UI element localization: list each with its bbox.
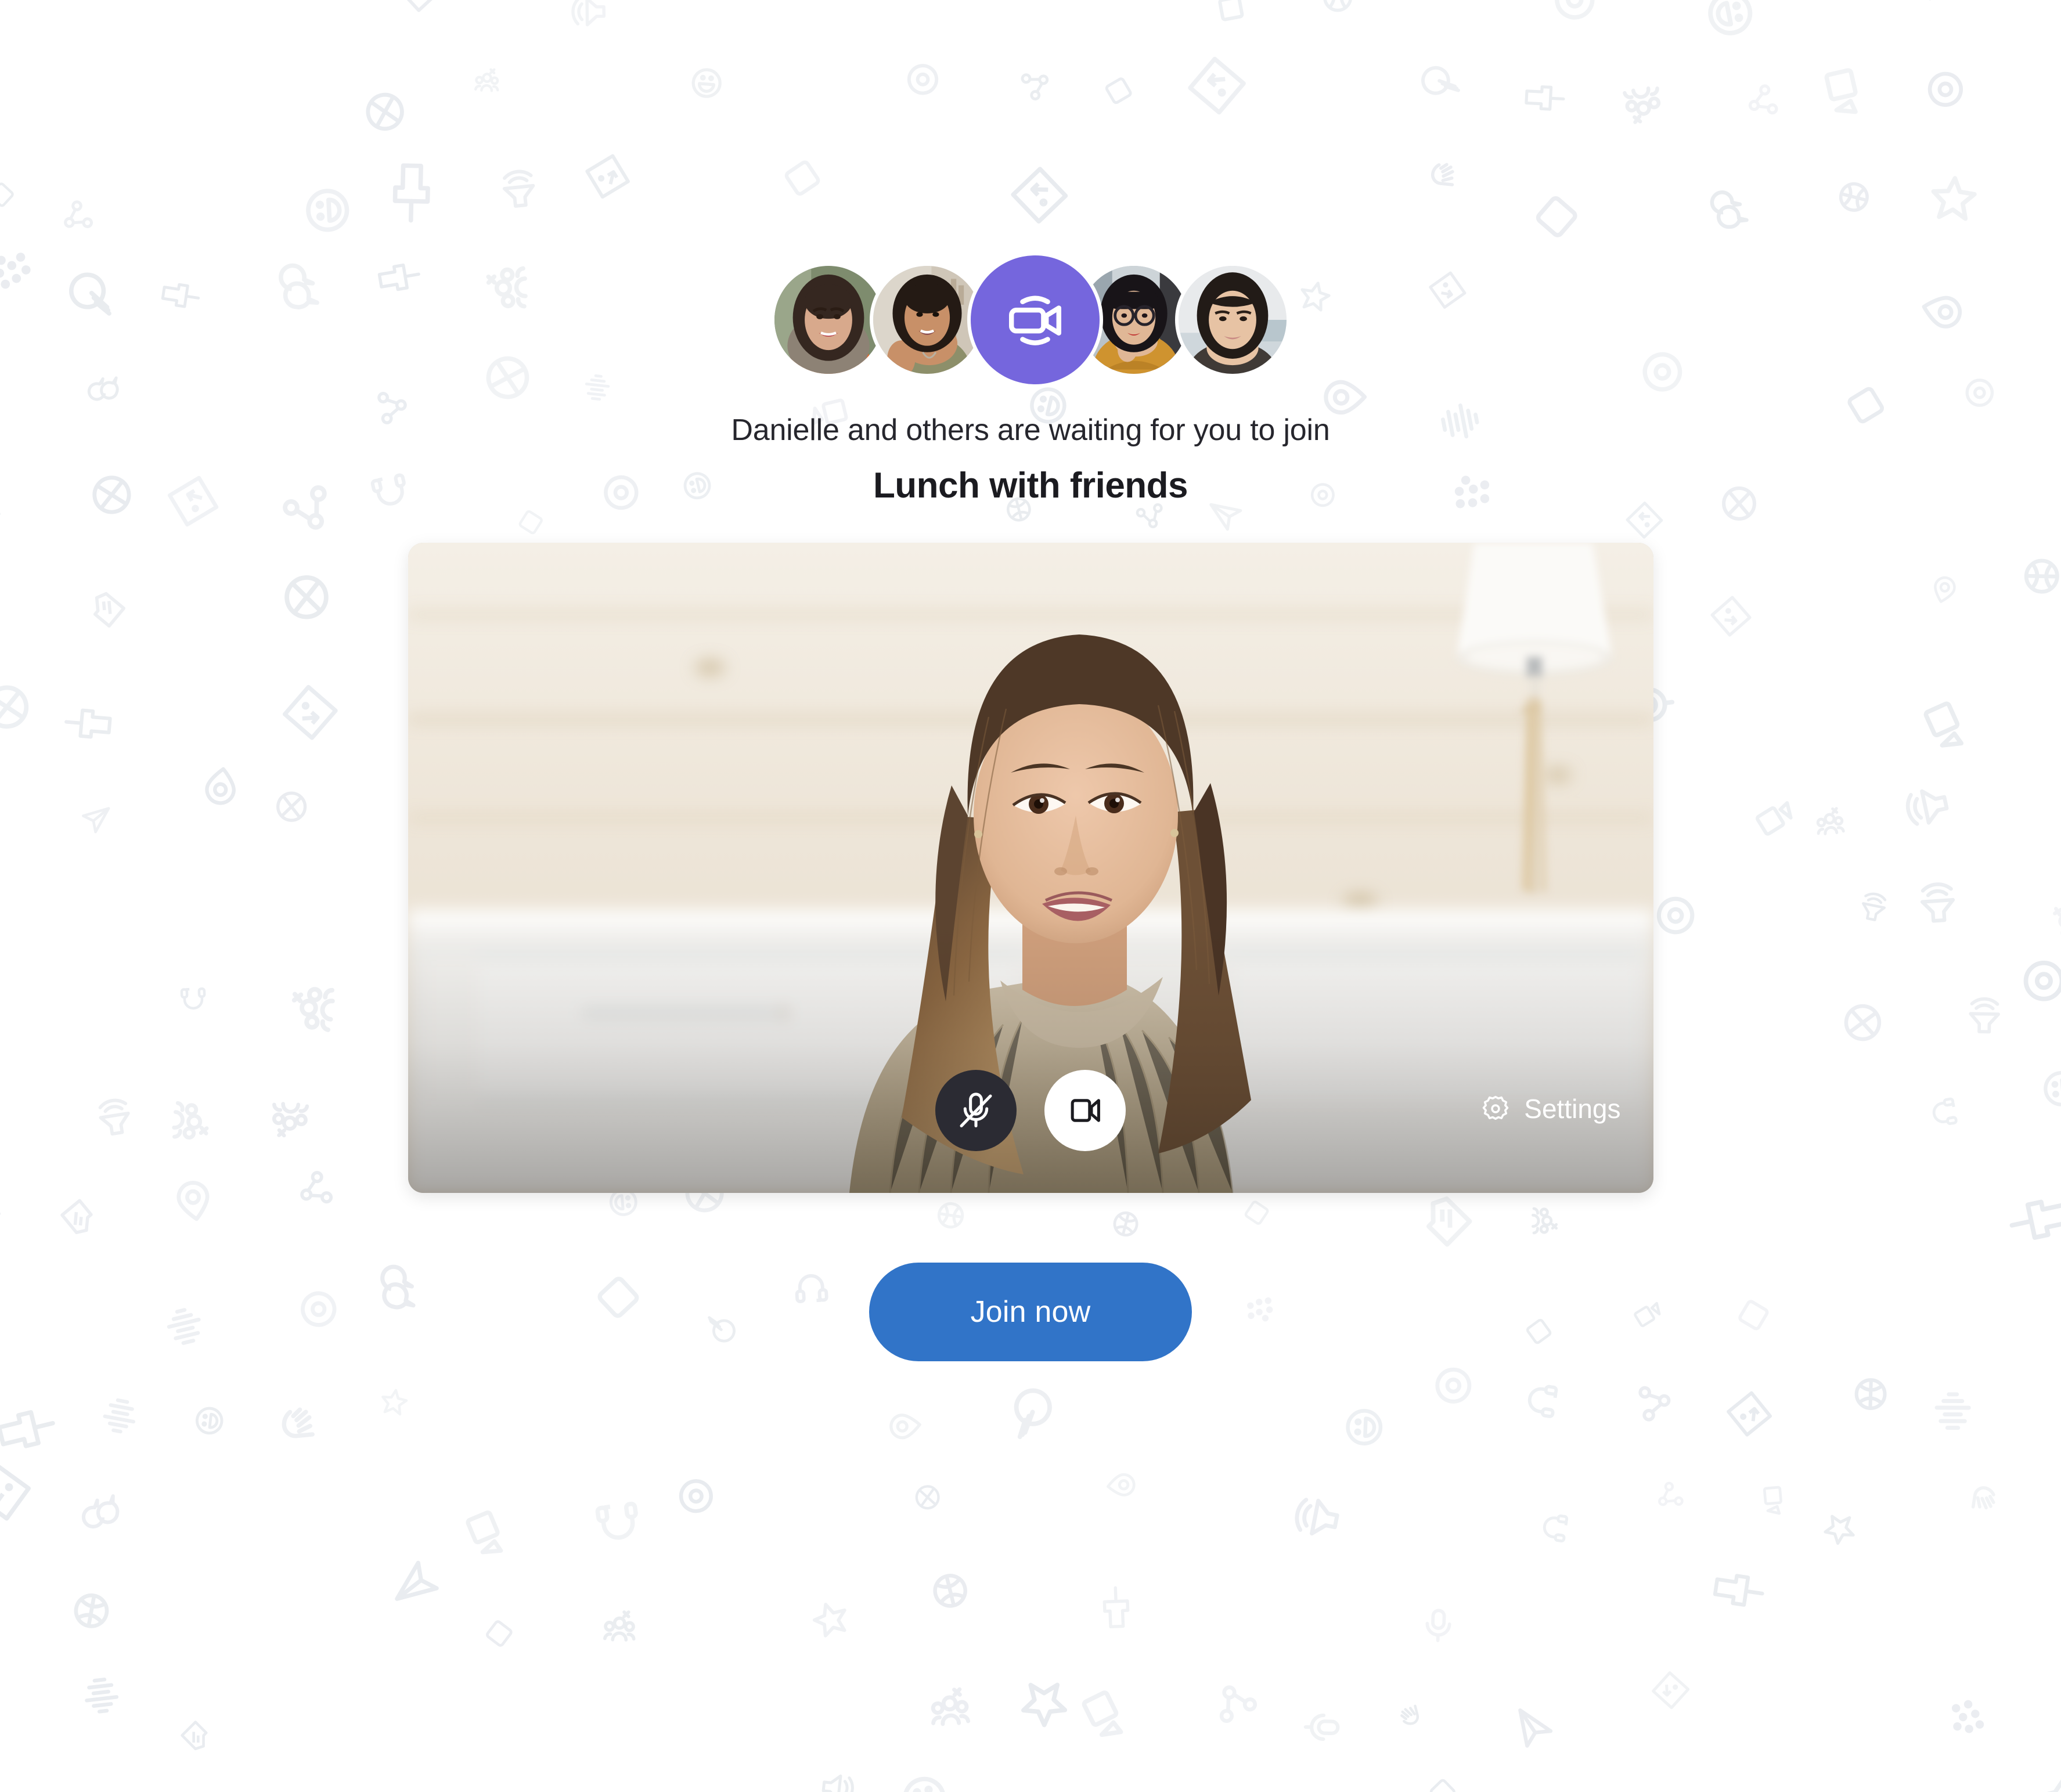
join-now-button[interactable]: Join now — [869, 1262, 1192, 1361]
meeting-camera-badge — [971, 255, 1100, 384]
video-controls — [408, 1069, 1653, 1151]
avatar[interactable] — [774, 266, 882, 374]
avatar[interactable] — [873, 266, 981, 374]
mic-off-icon — [960, 1092, 992, 1127]
mic-toggle-button[interactable] — [935, 1069, 1017, 1151]
self-video-preview[interactable]: Settings — [408, 542, 1653, 1193]
settings-label: Settings — [1524, 1093, 1621, 1124]
gear-icon — [1483, 1095, 1509, 1120]
settings-button[interactable]: Settings — [1480, 1093, 1621, 1124]
avatar[interactable] — [1179, 266, 1287, 374]
meeting-title: Lunch with friends — [873, 466, 1188, 506]
participant-avatars — [774, 253, 1287, 387]
video-camera-icon — [1071, 1099, 1100, 1122]
camera-toggle-button[interactable] — [1044, 1069, 1126, 1151]
waiting-message: Danielle and others are waiting for you … — [731, 413, 1330, 447]
